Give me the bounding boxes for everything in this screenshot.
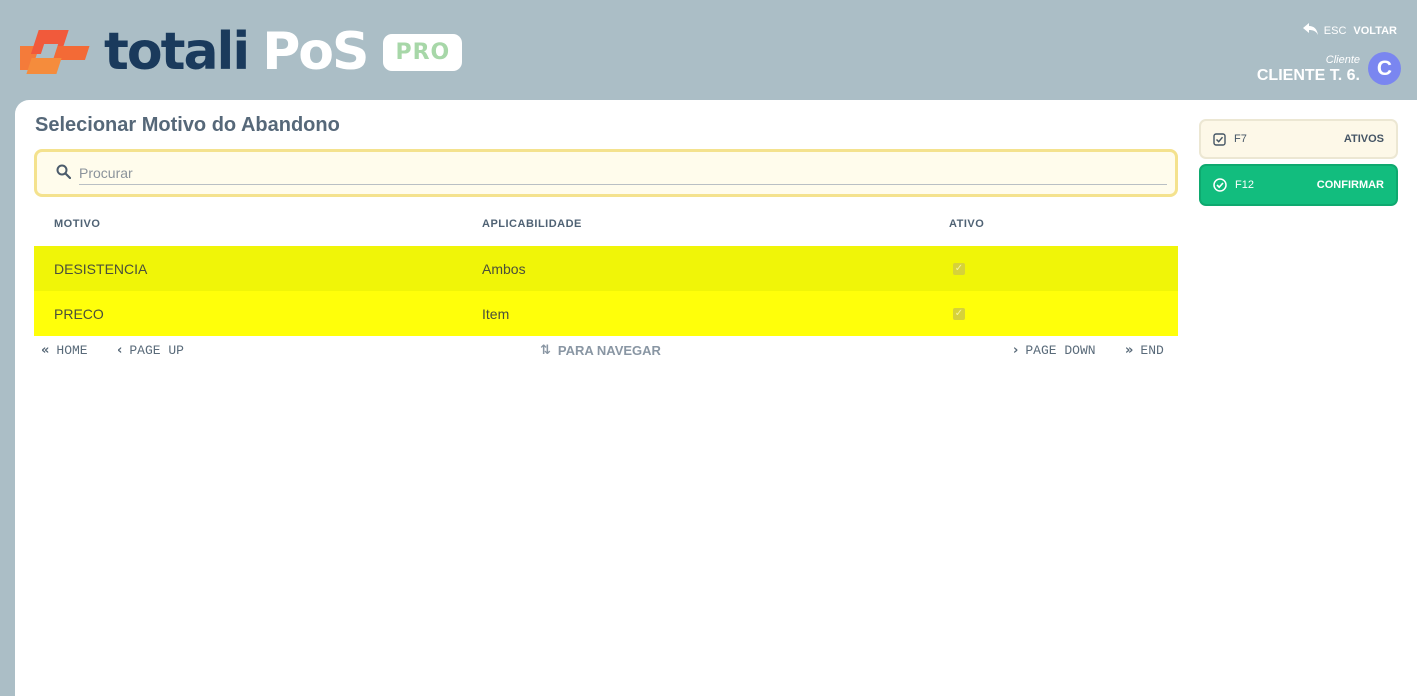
table-row[interactable]: DESISTENCIA Ambos ✓	[34, 246, 1178, 291]
cell-aplicabilidade: Item	[482, 306, 510, 322]
double-chevron-left-icon: «	[41, 343, 50, 358]
pro-badge: PRO	[383, 33, 463, 71]
cell-motivo: DESISTENCIA	[54, 261, 148, 277]
nav-end[interactable]: » END	[1125, 343, 1164, 358]
confirmar-key: F12	[1235, 179, 1254, 191]
app-logo: totali PoS PRO	[5, 24, 463, 80]
search-icon	[56, 164, 72, 184]
nav-end-label: END	[1140, 343, 1164, 358]
main-panel: Selecionar Motivo do Abandono MOTIVO APL…	[15, 100, 1417, 696]
table-row[interactable]: PRECO Item ✓	[34, 291, 1178, 336]
nav-page-up-label: PAGE UP	[129, 343, 184, 358]
ativos-key: F7	[1234, 133, 1247, 145]
chevron-left-icon: ‹	[117, 343, 123, 358]
logo-wordmark: totali PoS	[104, 26, 369, 78]
cell-motivo: PRECO	[54, 306, 104, 322]
search-box	[34, 149, 1178, 197]
confirmar-button[interactable]: F12 CONFIRMAR	[1199, 164, 1398, 206]
client-info[interactable]: Cliente CLIENTE T. 6. C	[1257, 52, 1401, 85]
client-name: CLIENTE T. 6.	[1256, 66, 1360, 84]
nav-page-down-label: PAGE DOWN	[1025, 343, 1096, 358]
double-chevron-right-icon: »	[1125, 343, 1134, 358]
nav-page-up[interactable]: ‹ PAGE UP	[117, 343, 184, 358]
ativos-button[interactable]: F7 ATIVOS	[1199, 119, 1398, 159]
esc-key-label: ESC	[1323, 24, 1347, 37]
confirmar-label: CONFIRMAR	[1316, 179, 1384, 191]
ativo-checkbox-icon[interactable]: ✓	[953, 308, 965, 320]
nav-hint: ⇅ PARA NAVEGAR	[540, 343, 661, 358]
ativos-label: ATIVOS	[1343, 133, 1384, 145]
cell-aplicabilidade: Ambos	[482, 261, 526, 277]
page-title: Selecionar Motivo do Abandono	[35, 114, 340, 136]
nav-hint-label: PARA NAVEGAR	[557, 343, 661, 358]
avatar[interactable]: C	[1368, 52, 1401, 85]
search-input[interactable]	[79, 161, 1167, 185]
ativo-checkbox-icon[interactable]: ✓	[953, 263, 965, 275]
column-header-aplicabilidade[interactable]: APLICABILIDADE	[482, 218, 582, 230]
logo-mark-icon	[5, 26, 98, 78]
column-header-motivo[interactable]: MOTIVO	[54, 218, 100, 230]
nav-home-label: HOME	[56, 343, 88, 358]
client-label: Cliente	[1325, 53, 1360, 66]
up-down-arrows-icon: ⇅	[540, 343, 551, 358]
check-circle-icon	[1213, 178, 1227, 192]
undo-arrow-icon	[1302, 22, 1318, 39]
nav-home[interactable]: « HOME	[41, 343, 88, 358]
logo-pos: PoS	[262, 22, 369, 82]
checkbox-icon	[1213, 132, 1226, 146]
logo-totali: totali	[104, 22, 250, 82]
esc-back-button[interactable]: ESC VOLTAR	[1302, 22, 1397, 39]
chevron-right-icon: ›	[1013, 343, 1019, 358]
column-header-ativo[interactable]: ATIVO	[949, 218, 984, 230]
nav-page-down[interactable]: › PAGE DOWN	[1013, 343, 1096, 358]
voltar-label: VOLTAR	[1353, 24, 1397, 37]
